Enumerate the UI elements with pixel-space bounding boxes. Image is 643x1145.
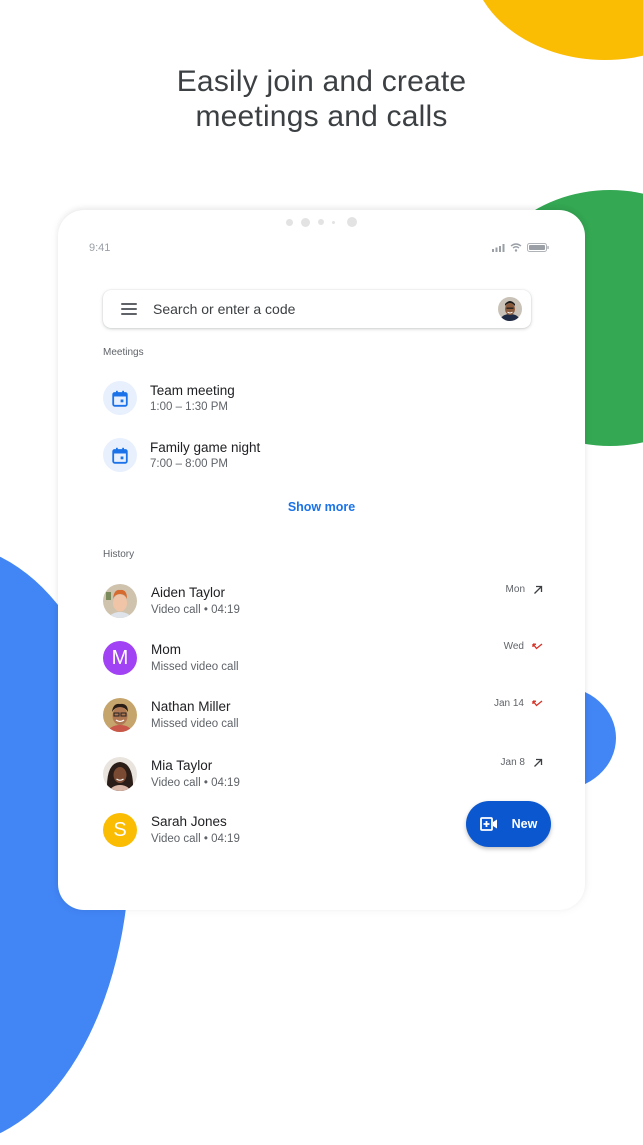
wifi-icon (510, 243, 522, 252)
camera-lens (347, 217, 357, 227)
call-meta: Jan 14 (494, 698, 543, 709)
sensor-dot (301, 217, 310, 227)
meeting-time: 7:00 – 8:00 PM (150, 457, 228, 470)
search-input[interactable] (153, 301, 498, 317)
headline-line-1: Easily join and create (176, 65, 467, 98)
headline-line-2: meetings and calls (195, 100, 448, 133)
contact-name: Aiden Taylor (151, 585, 226, 600)
search-bar[interactable] (103, 290, 531, 328)
history-section-label: History (103, 549, 135, 560)
meeting-title: Team meeting (150, 382, 235, 398)
menu-icon[interactable] (121, 303, 137, 315)
history-item[interactable]: Mia Taylor Video call • 04:19 Jan 8 (103, 755, 543, 793)
avatar-initial: M (111, 646, 129, 669)
status-icons (492, 243, 549, 252)
meeting-item[interactable]: Family game night 7:00 – 8:00 PM (103, 437, 503, 473)
call-details: Missed video call (151, 661, 239, 673)
contact-name: Mia Taylor (151, 758, 213, 773)
contact-name: Mom (151, 642, 181, 657)
contact-avatar (103, 757, 137, 791)
call-date: Jan 14 (493, 698, 524, 709)
history-item[interactable]: Nathan Miller Missed video call Jan 14 (103, 696, 543, 734)
headline: Easily join and create meetings and call… (0, 64, 643, 134)
call-date: Jan 8 (500, 757, 525, 768)
outgoing-call-icon (534, 758, 543, 767)
call-details: Missed video call (151, 718, 239, 730)
contact-name: Nathan Miller (151, 699, 231, 714)
missed-call-icon (532, 699, 543, 706)
new-call-button[interactable]: New (466, 801, 551, 847)
meetings-section-label: Meetings (103, 347, 144, 358)
meeting-icon-container (103, 438, 137, 472)
contact-avatar (103, 584, 137, 618)
contact-avatar: S (103, 813, 137, 847)
sensor-dot (286, 218, 293, 226)
call-meta: Jan 8 (501, 757, 543, 768)
call-details: Video call • 04:19 (151, 604, 240, 616)
show-more-button[interactable]: Show more (58, 500, 585, 514)
history-text: Mia Taylor Video call • 04:19 (151, 757, 543, 791)
camera-sensors (58, 216, 585, 228)
sensor-dot (332, 220, 335, 224)
contact-avatar: M (103, 641, 137, 675)
status-time: 9:41 (89, 242, 111, 254)
contact-avatar (103, 698, 137, 732)
call-details: Video call • 04:19 (151, 777, 240, 789)
sensor-dot (318, 219, 324, 225)
missed-call-icon (532, 642, 543, 649)
call-meta: Mon (506, 584, 543, 595)
avatar-initial: S (113, 818, 127, 841)
phone-frame: 9:41 Search or enter a code Meetings Tea… (58, 210, 585, 910)
call-date: Wed (503, 641, 524, 652)
history-text: Mom Missed video call (151, 641, 543, 675)
battery-icon (527, 243, 549, 252)
meeting-time: 1:00 – 1:30 PM (150, 400, 228, 413)
account-avatar[interactable] (498, 297, 522, 321)
meeting-item[interactable]: Team meeting 1:00 – 1:30 PM (103, 380, 503, 416)
meeting-icon-container (103, 381, 137, 415)
decorative-yellow-shape (470, 0, 643, 60)
history-item[interactable]: M Mom Missed video call Wed (103, 639, 543, 677)
signal-icon (492, 243, 505, 252)
history-item[interactable]: Aiden Taylor Video call • 04:19 Mon (103, 582, 543, 620)
video-add-icon (479, 817, 497, 831)
history-text: Nathan Miller Missed video call (151, 698, 543, 732)
calendar-icon (112, 390, 128, 407)
meeting-title: Family game night (150, 439, 261, 455)
calendar-icon (112, 447, 128, 464)
meeting-text: Family game night 7:00 – 8:00 PM (150, 439, 260, 472)
outgoing-call-icon (534, 585, 543, 594)
call-date: Mon (505, 584, 525, 595)
history-text: Aiden Taylor Video call • 04:19 (151, 584, 543, 618)
new-call-label: New (511, 817, 538, 831)
meeting-text: Team meeting 1:00 – 1:30 PM (150, 382, 235, 415)
call-meta: Wed (504, 641, 543, 652)
